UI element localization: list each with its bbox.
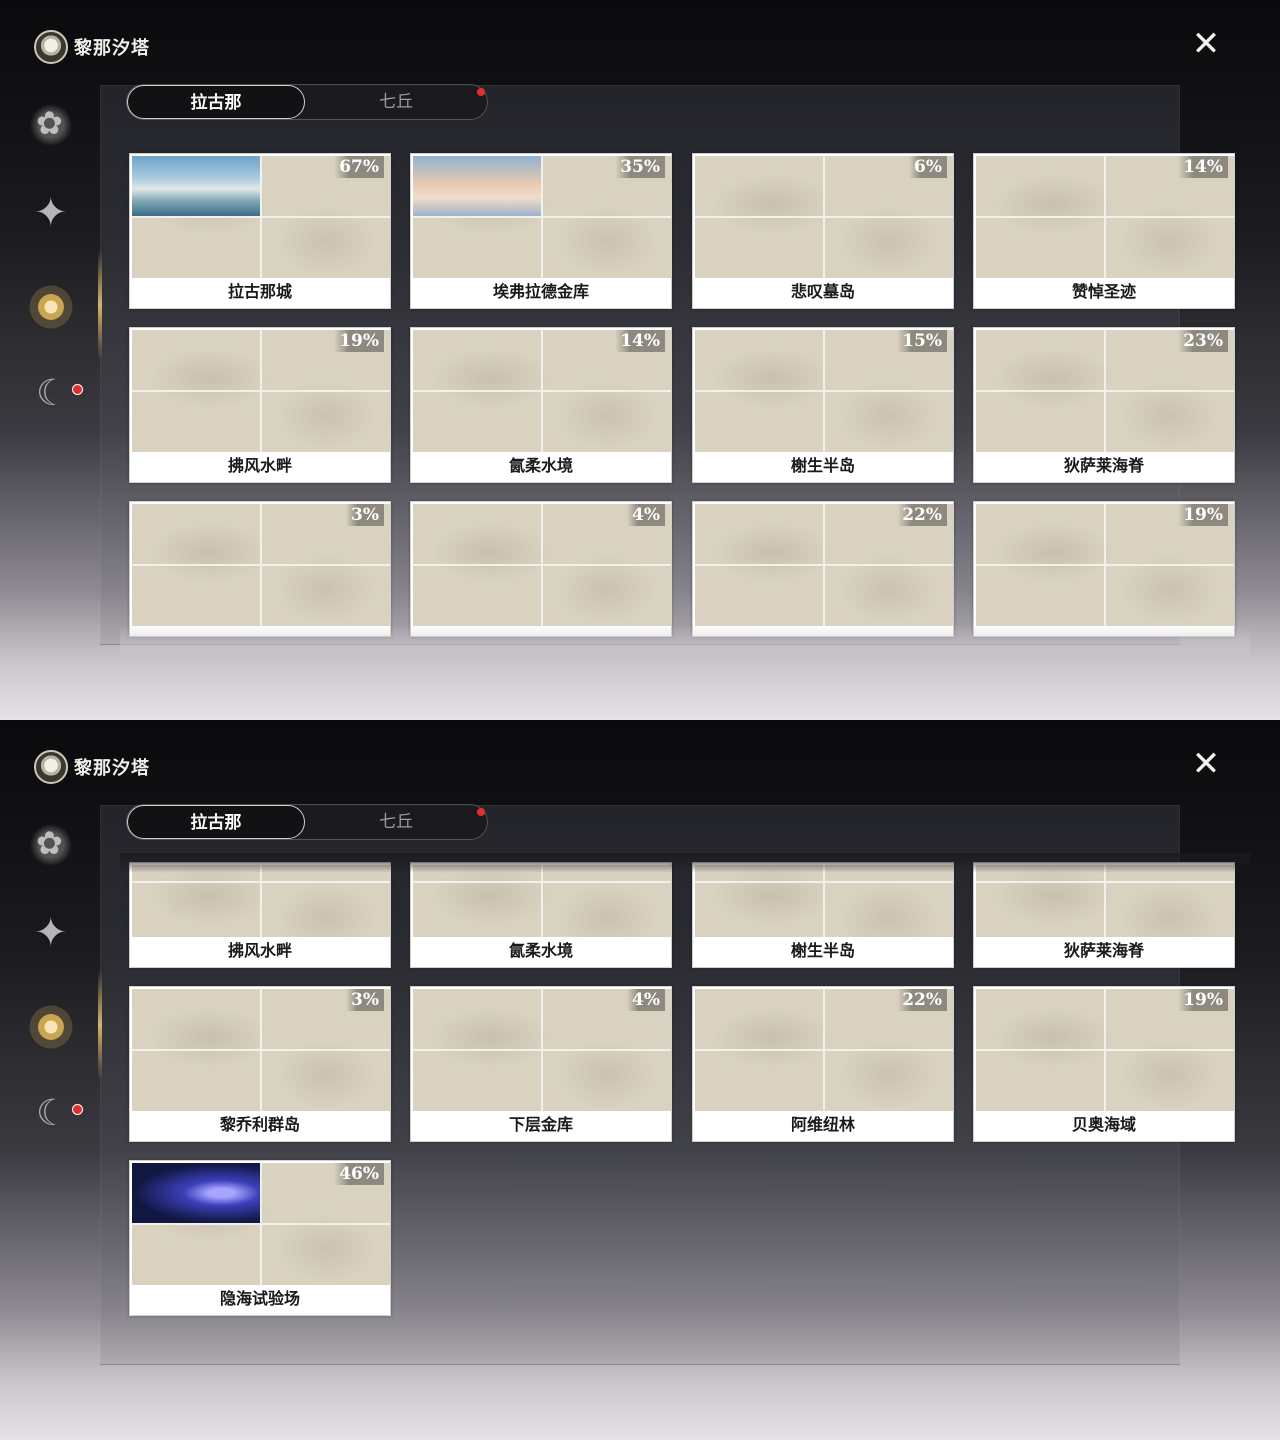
area-card[interactable]: 22% 阿维纽林 — [692, 986, 954, 1142]
area-card[interactable]: 22% — [692, 501, 954, 637]
exploration-percent: 6% — [909, 156, 947, 178]
area-card[interactable]: 狄萨莱海脊 — [973, 862, 1235, 968]
region-logo-icon — [34, 30, 68, 64]
tab-seven-hills[interactable]: 七丘 — [307, 85, 485, 119]
sidebar-emblem-4-icon[interactable] — [26, 370, 76, 420]
tab-notification-dot — [477, 808, 485, 816]
exploration-percent: 23% — [1178, 330, 1228, 352]
exploration-percent: 46% — [334, 1163, 384, 1185]
page-title: 黎那汐塔 — [74, 38, 150, 58]
scroll-fade — [120, 853, 1250, 873]
area-name: 拂风水畔 — [130, 452, 390, 482]
area-card[interactable]: 19% — [973, 501, 1235, 637]
area-card[interactable]: 46% 隐海试验场 — [129, 1160, 391, 1316]
area-name: 榭生半岛 — [693, 452, 953, 482]
area-map — [413, 865, 671, 941]
area-thumbnail — [132, 156, 260, 216]
area-name: 狄萨莱海脊 — [974, 452, 1234, 482]
area-thumbnail — [413, 156, 541, 216]
exploration-percent: 19% — [1178, 989, 1228, 1011]
selection-glow — [98, 250, 102, 360]
tab-laguna[interactable]: 拉古那 — [127, 85, 305, 119]
area-card[interactable]: 19% 拂风水畔 — [129, 327, 391, 483]
area-name: 氤柔水境 — [411, 452, 671, 482]
scroll-fade — [120, 625, 1250, 655]
exploration-percent: 4% — [627, 504, 665, 526]
close-icon[interactable]: ✕ — [1186, 26, 1226, 62]
region-tabs: 拉古那 七丘 — [126, 84, 488, 120]
area-map — [976, 865, 1234, 941]
selection-glow — [98, 970, 102, 1080]
area-card[interactable]: 3% — [129, 501, 391, 637]
exploration-percent: 35% — [615, 156, 665, 178]
area-name: 悲叹墓岛 — [693, 278, 953, 308]
exploration-percent: 15% — [897, 330, 947, 352]
area-card[interactable]: 35% 埃弗拉德金库 — [410, 153, 672, 309]
area-name: 贝奥海域 — [974, 1111, 1234, 1141]
tab-notification-dot — [477, 88, 485, 96]
sidebar-emblem-2-icon[interactable] — [26, 910, 76, 960]
area-name: 隐海试验场 — [130, 1285, 390, 1315]
area-name: 埃弗拉德金库 — [411, 278, 671, 308]
area-map — [695, 865, 953, 941]
exploration-percent: 22% — [897, 504, 947, 526]
sidebar-emblem-3-icon[interactable] — [26, 1002, 76, 1052]
area-name: 氤柔水境 — [411, 937, 671, 967]
tab-laguna[interactable]: 拉古那 — [127, 805, 305, 839]
exploration-percent: 22% — [897, 989, 947, 1011]
area-card[interactable]: 榭生半岛 — [692, 862, 954, 968]
area-card[interactable]: 4% 下层金库 — [410, 986, 672, 1142]
area-card[interactable]: 氤柔水境 — [410, 862, 672, 968]
region-logo-icon — [34, 750, 68, 784]
area-card[interactable]: 19% 贝奥海域 — [973, 986, 1235, 1142]
tab-seven-hills[interactable]: 七丘 — [307, 805, 485, 839]
sidebar-emblem-2-icon[interactable] — [26, 190, 76, 240]
area-thumbnail — [132, 1163, 260, 1223]
exploration-percent: 14% — [615, 330, 665, 352]
exploration-percent: 19% — [1178, 504, 1228, 526]
area-card[interactable]: 23% 狄萨莱海脊 — [973, 327, 1235, 483]
area-name: 黎乔利群岛 — [130, 1111, 390, 1141]
notification-dot — [72, 384, 83, 395]
area-name: 拂风水畔 — [130, 937, 390, 967]
exploration-percent: 14% — [1178, 156, 1228, 178]
sidebar-emblem-4-icon[interactable] — [26, 1090, 76, 1140]
exploration-percent: 3% — [346, 504, 384, 526]
close-icon[interactable]: ✕ — [1186, 746, 1226, 782]
area-card[interactable]: 6% 悲叹墓岛 — [692, 153, 954, 309]
area-card[interactable]: 拂风水畔 — [129, 862, 391, 968]
area-map — [132, 865, 390, 941]
sidebar-emblem-1-icon[interactable] — [26, 100, 76, 150]
area-name: 阿维纽林 — [693, 1111, 953, 1141]
area-card[interactable]: 67% 拉古那城 — [129, 153, 391, 309]
exploration-percent: 4% — [627, 989, 665, 1011]
area-name: 下层金库 — [411, 1111, 671, 1141]
map-panel-top: 黎那汐塔 ✕ 拉古那 七丘 67% 拉古那城 35% 埃弗拉德金库 6% 悲叹墓… — [0, 0, 1280, 720]
area-card[interactable]: 3% 黎乔利群岛 — [129, 986, 391, 1142]
area-card[interactable]: 14% 赞悼圣迹 — [973, 153, 1235, 309]
area-name: 狄萨莱海脊 — [974, 937, 1234, 967]
area-name: 拉古那城 — [130, 278, 390, 308]
area-card[interactable]: 14% 氤柔水境 — [410, 327, 672, 483]
exploration-percent: 19% — [334, 330, 384, 352]
area-card[interactable]: 4% — [410, 501, 672, 637]
area-name: 赞悼圣迹 — [974, 278, 1234, 308]
area-card[interactable]: 15% 榭生半岛 — [692, 327, 954, 483]
exploration-percent: 3% — [346, 989, 384, 1011]
page-title: 黎那汐塔 — [74, 758, 150, 778]
sidebar-emblem-3-icon[interactable] — [26, 282, 76, 332]
notification-dot — [72, 1104, 83, 1115]
region-tabs: 拉古那 七丘 — [126, 804, 488, 840]
exploration-percent: 67% — [334, 156, 384, 178]
area-name: 榭生半岛 — [693, 937, 953, 967]
sidebar-emblem-1-icon[interactable] — [26, 820, 76, 870]
map-panel-bottom: 黎那汐塔 ✕ 拉古那 七丘 拂风水畔 氤柔水境 榭生半岛 狄萨莱海脊 3% 黎乔… — [0, 720, 1280, 1440]
